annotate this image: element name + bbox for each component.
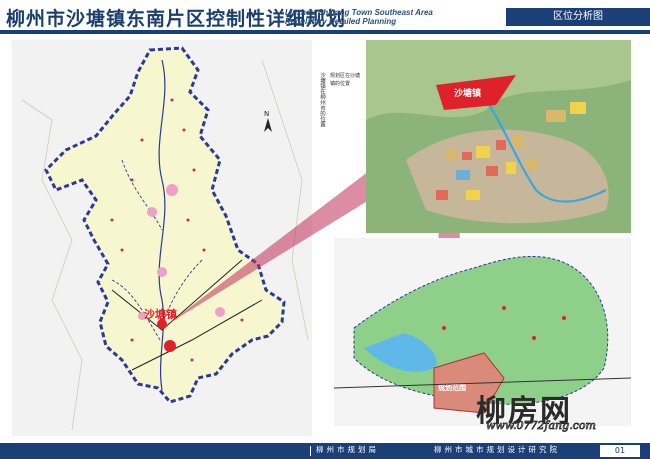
section-label: 区位分析图 — [506, 8, 650, 26]
footer-divider — [310, 446, 311, 456]
legend-notes: 规划区在沙塘镇的位置 — [330, 72, 362, 88]
county-marker — [215, 307, 225, 317]
page-subtitle-en: Liuzhou Shatang Town Southeast Area Regu… — [285, 8, 433, 26]
legend-vertical-line: 沙塘镇在柳州市的位置 — [318, 72, 326, 127]
footer-right-text: 柳州市城市规划设计研究院 — [434, 445, 560, 454]
shatang-town-inset: 沙塘镇 — [366, 40, 631, 233]
subtitle-line-2: Regulatory Detailed Planning — [285, 17, 397, 26]
page-number: 01 — [600, 445, 640, 457]
header-rule — [0, 30, 650, 34]
county-marker — [166, 184, 178, 196]
page-frame: 柳州市沙塘镇东南片区控制性详细规划 Liuzhou Shatang Town S… — [0, 0, 650, 459]
footer-left-text: 柳州市规划局 — [316, 445, 379, 454]
county-marker — [147, 207, 157, 217]
liuzhou-city-marker — [164, 340, 176, 352]
county-marker — [157, 267, 167, 277]
shatang-label: 沙塘镇 — [144, 307, 177, 321]
watermark-url: www.0772fang.com — [486, 419, 597, 433]
svg-text:N: N — [264, 110, 269, 118]
liuzhou-region-map: 沙塘镇 N — [12, 40, 312, 436]
inset-top-label: 沙塘镇 — [454, 87, 481, 99]
subtitle-line-1: Liuzhou Shatang Town Southeast Area — [285, 8, 433, 17]
legend-label-1: 沙塘镇在柳州市的位置 — [319, 72, 325, 127]
legend-label-2: 规划区在沙塘镇的位置 — [330, 73, 361, 87]
